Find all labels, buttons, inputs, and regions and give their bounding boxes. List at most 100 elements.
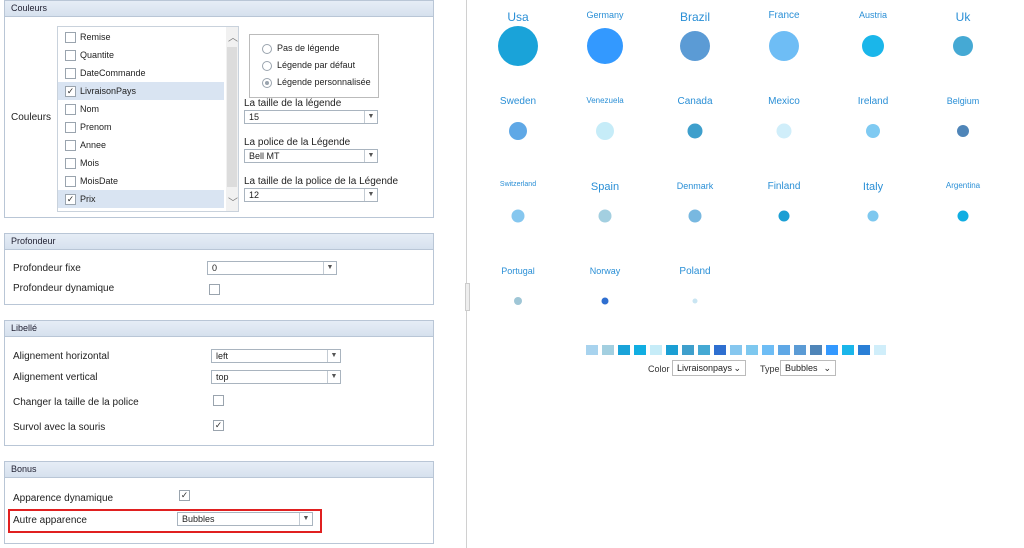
bubble[interactable] bbox=[957, 210, 969, 222]
legend-font-select[interactable]: Bell MT ▼ bbox=[244, 149, 378, 163]
fixed-depth-select[interactable]: 0 ▼ bbox=[207, 261, 337, 275]
legend-font-size-value: 12 bbox=[249, 190, 260, 200]
couleurs-row-label: Couleurs bbox=[11, 112, 52, 123]
h-align-select[interactable]: left ▼ bbox=[211, 349, 341, 363]
bubble[interactable] bbox=[692, 298, 698, 304]
bubble[interactable] bbox=[866, 124, 880, 138]
dynamic-appearance-checkbox[interactable]: ✓ bbox=[179, 490, 190, 501]
chevron-down-icon: ▼ bbox=[364, 150, 377, 162]
bubble[interactable] bbox=[688, 209, 702, 223]
color-swatch bbox=[634, 345, 646, 355]
bubble[interactable] bbox=[953, 36, 973, 56]
highlight-box bbox=[8, 509, 322, 533]
scroll-down-icon[interactable]: ﹀ bbox=[228, 194, 238, 209]
chevron-down-icon: ⌄ bbox=[733, 363, 741, 373]
settings-panel: Couleurs Couleurs ✓ Prix MoisDate Mois Annee… bbox=[0, 0, 440, 548]
bubble-label: Ireland bbox=[857, 96, 889, 107]
legend-font-value: Bell MT bbox=[249, 151, 280, 161]
list-item[interactable]: ✓ Prix bbox=[58, 190, 224, 208]
legend-radio[interactable] bbox=[262, 78, 272, 88]
scroll-up-icon[interactable]: ︿ bbox=[228, 29, 238, 44]
color-swatch bbox=[586, 345, 598, 355]
bubble[interactable] bbox=[596, 122, 614, 140]
field-checkbox[interactable]: ✓ bbox=[65, 86, 76, 97]
legend-size-label: La taille de la légende bbox=[244, 98, 342, 109]
field-checkbox[interactable]: ✓ bbox=[65, 194, 76, 205]
splitter[interactable] bbox=[465, 0, 470, 548]
bubble[interactable] bbox=[680, 31, 710, 61]
color-select[interactable]: Livraisonpays ⌄ bbox=[672, 360, 746, 376]
bubble-label: Finland bbox=[767, 181, 801, 192]
legend-font-size-label: La taille de la police de la Légende bbox=[244, 176, 399, 187]
couleurs-panel: Couleurs Couleurs ✓ Prix MoisDate Mois Annee… bbox=[4, 0, 434, 218]
bubble[interactable] bbox=[862, 35, 884, 57]
dynamic-depth-checkbox[interactable] bbox=[209, 284, 220, 295]
scroll-thumb[interactable] bbox=[227, 47, 237, 187]
bubble[interactable] bbox=[598, 209, 612, 223]
color-swatch bbox=[698, 345, 710, 355]
bubble[interactable] bbox=[776, 123, 792, 139]
bubble[interactable] bbox=[514, 297, 522, 305]
bubble[interactable] bbox=[778, 210, 790, 222]
type-select[interactable]: Bubbles ⌄ bbox=[780, 360, 836, 376]
bubble[interactable] bbox=[867, 210, 879, 222]
font-size-change-checkbox[interactable] bbox=[213, 395, 224, 406]
color-swatch bbox=[714, 345, 726, 355]
field-checkbox[interactable] bbox=[65, 32, 76, 43]
field-checkbox[interactable] bbox=[65, 122, 76, 133]
bubble-label: Usa bbox=[507, 10, 529, 24]
list-item[interactable]: Annee bbox=[58, 136, 224, 154]
hover-checkbox[interactable]: ✓ bbox=[213, 420, 224, 431]
bubble-label: Portugal bbox=[501, 266, 535, 276]
list-scrollbar[interactable]: ︿ ﹀ bbox=[226, 27, 238, 211]
bubble[interactable] bbox=[509, 122, 527, 140]
legend-radio[interactable] bbox=[262, 61, 272, 71]
v-align-value: top bbox=[216, 372, 229, 382]
list-item[interactable]: Mois bbox=[58, 154, 224, 172]
color-swatch bbox=[858, 345, 870, 355]
field-checkbox[interactable] bbox=[65, 140, 76, 151]
v-align-select[interactable]: top ▼ bbox=[211, 370, 341, 384]
bubble[interactable] bbox=[957, 125, 969, 137]
list-item[interactable]: Nom bbox=[58, 100, 224, 118]
bubble-chart: Usa Germany Brazil France Austria Uk Sweden Ven… bbox=[470, 0, 1024, 548]
list-item[interactable]: DateCommande bbox=[58, 64, 224, 82]
bubble-label: Mexico bbox=[768, 96, 800, 107]
bubble-label: Germany bbox=[586, 10, 624, 20]
list-item[interactable]: ✓ LivraisonPays bbox=[58, 82, 224, 100]
legend-font-size-select[interactable]: 12 ▼ bbox=[244, 188, 378, 202]
chevron-down-icon: ⌄ bbox=[823, 363, 831, 373]
bubble-label: Norway bbox=[589, 266, 621, 276]
bubble[interactable] bbox=[687, 123, 703, 139]
legend-size-select[interactable]: 15 ▼ bbox=[244, 110, 378, 124]
bubble-label: Canada bbox=[677, 96, 713, 107]
list-item[interactable]: Remise bbox=[58, 28, 224, 46]
bubble-label: Austria bbox=[858, 10, 888, 20]
field-checkbox[interactable] bbox=[65, 176, 76, 187]
bubble[interactable] bbox=[498, 26, 538, 66]
field-checkbox[interactable] bbox=[65, 50, 76, 61]
list-item[interactable]: MoisDate bbox=[58, 172, 224, 190]
list-item[interactable]: Prenom bbox=[58, 118, 224, 136]
bubble[interactable] bbox=[511, 209, 525, 223]
list-item[interactable]: Quantite bbox=[58, 46, 224, 64]
field-label: Mois bbox=[80, 158, 100, 168]
bubble-label: Venezuela bbox=[586, 96, 624, 105]
bubble-label: France bbox=[768, 10, 800, 21]
bubble[interactable] bbox=[601, 297, 609, 305]
field-checkbox[interactable] bbox=[65, 158, 76, 169]
type-select-value: Bubbles bbox=[785, 363, 818, 373]
chevron-down-icon: ▼ bbox=[323, 262, 336, 274]
color-field-list[interactable]: ✓ Prix MoisDate Mois Annee Prenom Nom ✓ Livraiso… bbox=[57, 26, 239, 212]
bubble[interactable] bbox=[587, 28, 623, 64]
field-label: Remise bbox=[80, 32, 111, 42]
panel-title: Bonus bbox=[5, 462, 433, 478]
field-checkbox[interactable] bbox=[65, 104, 76, 115]
color-swatch bbox=[794, 345, 806, 355]
hover-label: Survol avec la souris bbox=[13, 422, 106, 433]
field-checkbox[interactable] bbox=[65, 68, 76, 79]
fixed-depth-label: Profondeur fixe bbox=[13, 263, 81, 274]
legend-radio[interactable] bbox=[262, 44, 272, 54]
color-swatch bbox=[682, 345, 694, 355]
bubble[interactable] bbox=[769, 31, 799, 61]
